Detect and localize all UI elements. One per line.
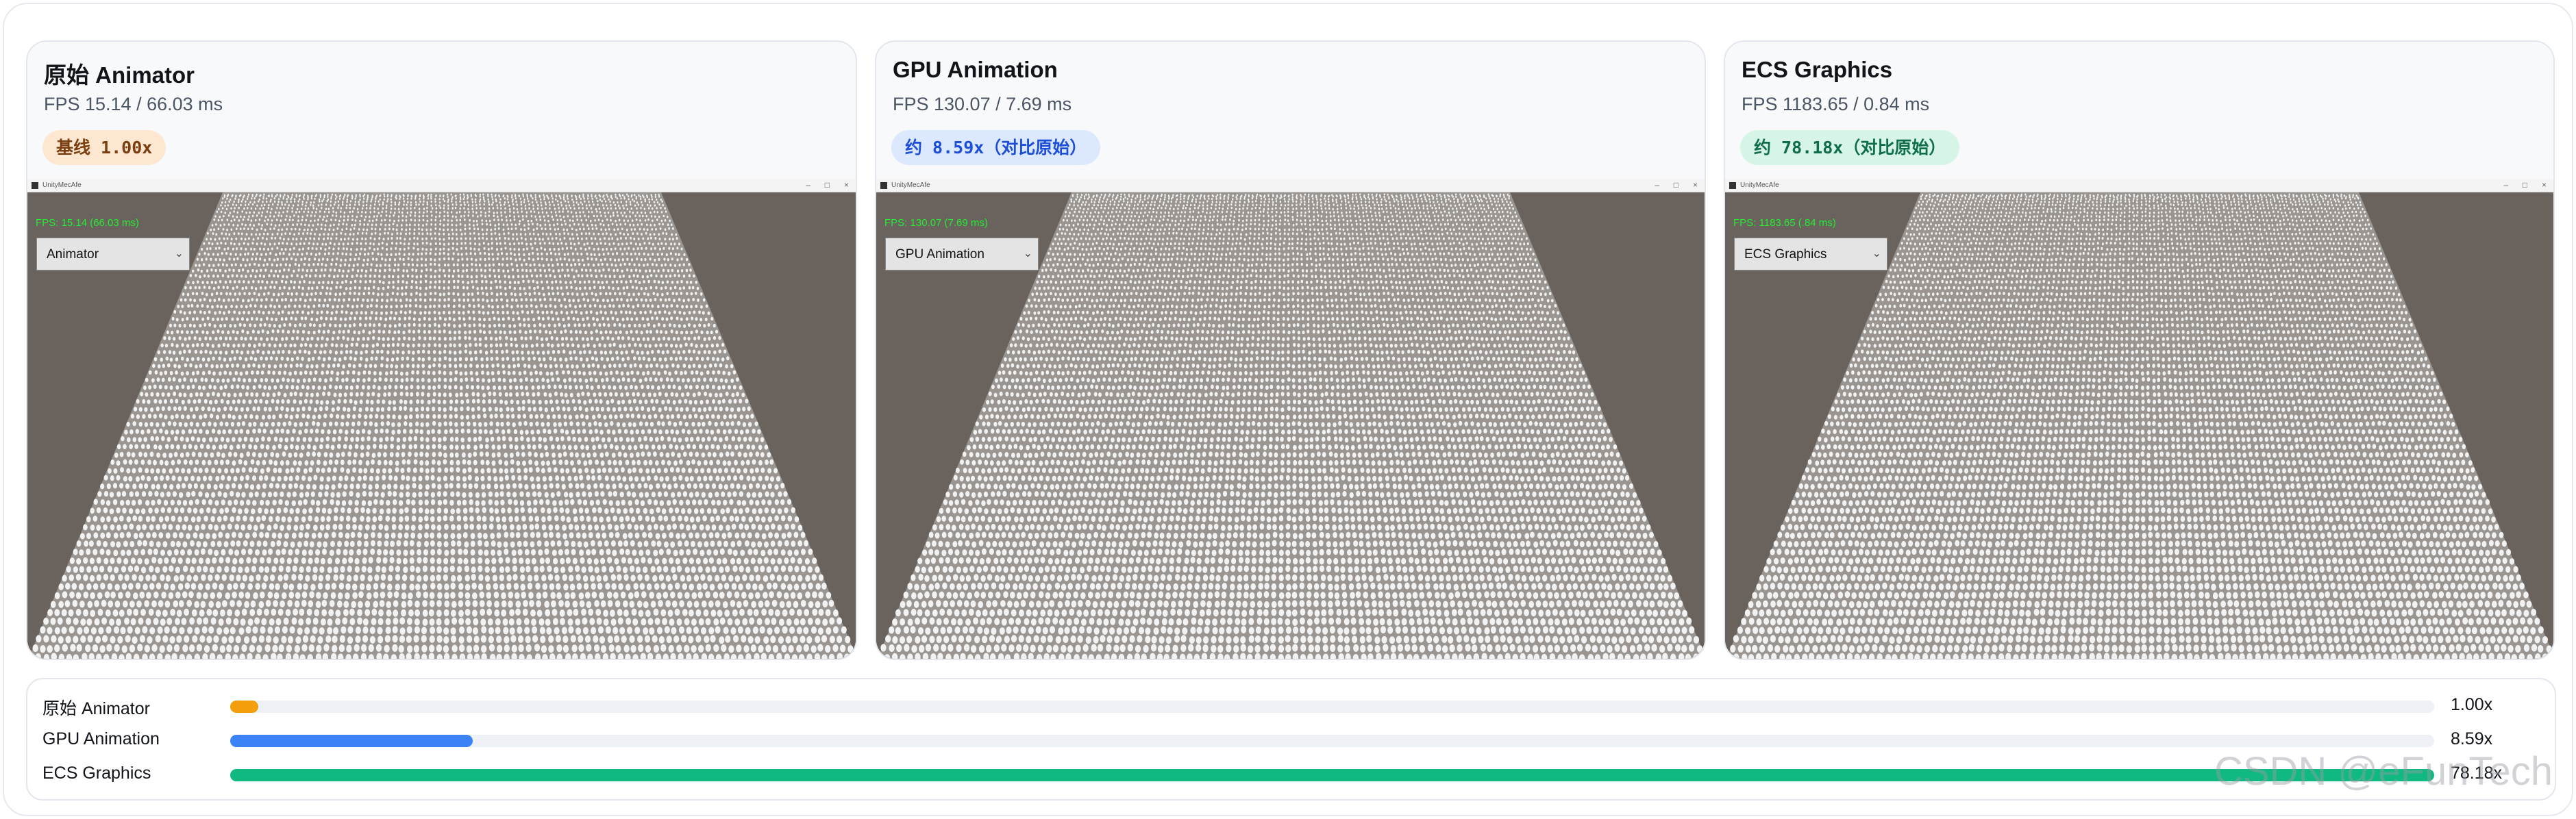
app-icon: [1729, 182, 1736, 189]
fps-overlay: FPS: 1183.65 (.84 ms): [1733, 217, 1836, 229]
row-value: 8.59x: [2451, 729, 2492, 749]
card-fps-stats: FPS 15.14 / 66.03 ms: [44, 94, 223, 115]
window-title: UnityMecAfe: [1740, 181, 1779, 189]
card-gpu-animation: GPU Animation FPS 130.07 / 7.69 ms 约 8.5…: [875, 40, 1706, 660]
close-icon[interactable]: ×: [2542, 180, 2547, 190]
close-icon[interactable]: ×: [844, 180, 849, 190]
watermark: CSDN @eFunTech: [2214, 748, 2553, 794]
bar-fill: [230, 735, 473, 747]
close-icon[interactable]: ×: [1693, 180, 1698, 190]
card-title: 原始 Animator: [44, 57, 195, 90]
window-title: UnityMecAfe: [891, 181, 930, 189]
window-titlebar: UnityMecAfe – □ ×: [1725, 179, 2553, 192]
card-animator: 原始 Animator FPS 15.14 / 66.03 ms 基线 1.00…: [26, 40, 857, 660]
speedup-comparison-panel: 原始 Animator 1.00x GPU Animation 8.59x EC…: [26, 678, 2556, 801]
card-header: 原始 Animator FPS 15.14 / 66.03 ms 基线 1.00…: [27, 42, 856, 179]
comparison-row: ECS Graphics 78.18x: [27, 757, 2555, 791]
card-title: ECS Graphics: [1742, 57, 1892, 83]
bar-fill: [230, 769, 2434, 781]
window-titlebar: UnityMecAfe – □ ×: [876, 179, 1705, 192]
window-title: UnityMecAfe: [42, 181, 82, 189]
bar-track: [230, 701, 2434, 713]
row-label: ECS Graphics: [42, 764, 151, 783]
chevron-down-icon: ⌄: [1024, 247, 1032, 260]
minimize-icon[interactable]: –: [806, 180, 810, 190]
card-ecs-graphics: ECS Graphics FPS 1183.65 / 0.84 ms 约 78.…: [1724, 40, 2555, 660]
row-label: GPU Animation: [42, 729, 160, 749]
minimize-icon[interactable]: –: [2503, 180, 2508, 190]
maximize-icon[interactable]: □: [2523, 180, 2527, 190]
bar-track: [230, 735, 2434, 747]
fps-overlay: FPS: 15.14 (66.03 ms): [36, 217, 139, 229]
game-screenshot: UnityMecAfe – □ × FPS: 1183.65 (.84 ms) …: [1725, 179, 2553, 659]
bar-track: [230, 769, 2434, 781]
game-screenshot: UnityMecAfe – □ × FPS: 130.07 (7.69 ms) …: [876, 179, 1705, 659]
minimize-icon[interactable]: –: [1655, 180, 1659, 190]
mode-dropdown[interactable]: ECS Graphics ⌄: [1734, 238, 1887, 270]
row-label: 原始 Animator: [42, 695, 150, 720]
game-screenshot: UnityMecAfe – □ × FPS: 15.14 (66.03 ms) …: [27, 179, 856, 659]
card-fps-stats: FPS 1183.65 / 0.84 ms: [1742, 94, 1929, 115]
speedup-badge: 约 8.59x（对比原始）: [891, 130, 1101, 165]
mode-dropdown[interactable]: GPU Animation ⌄: [885, 238, 1039, 270]
app-icon: [32, 182, 38, 189]
chevron-down-icon: ⌄: [175, 247, 184, 260]
window-titlebar: UnityMecAfe – □ ×: [27, 179, 856, 192]
card-fps-stats: FPS 130.07 / 7.69 ms: [893, 94, 1072, 115]
card-header: ECS Graphics FPS 1183.65 / 0.84 ms 约 78.…: [1725, 42, 2553, 179]
mode-dropdown[interactable]: Animator ⌄: [36, 238, 190, 270]
app-icon: [880, 182, 887, 189]
speedup-badge: 约 78.18x（对比原始）: [1740, 130, 1960, 165]
row-value: 1.00x: [2451, 695, 2492, 715]
dropdown-value: Animator: [47, 247, 99, 262]
speedup-badge: 基线 1.00x: [42, 130, 166, 165]
card-title: GPU Animation: [893, 57, 1058, 83]
comparison-row: GPU Animation 8.59x: [27, 722, 2555, 757]
maximize-icon[interactable]: □: [1674, 180, 1679, 190]
fps-overlay: FPS: 130.07 (7.69 ms): [884, 217, 988, 229]
chevron-down-icon: ⌄: [1872, 247, 1881, 260]
card-header: GPU Animation FPS 130.07 / 7.69 ms 约 8.5…: [876, 42, 1705, 179]
bar-fill: [230, 701, 259, 713]
dropdown-value: ECS Graphics: [1744, 247, 1826, 262]
comparison-page: 原始 Animator FPS 15.14 / 66.03 ms 基线 1.00…: [3, 3, 2573, 816]
comparison-row: 原始 Animator 1.00x: [27, 688, 2555, 722]
maximize-icon[interactable]: □: [825, 180, 830, 190]
dropdown-value: GPU Animation: [895, 247, 984, 262]
